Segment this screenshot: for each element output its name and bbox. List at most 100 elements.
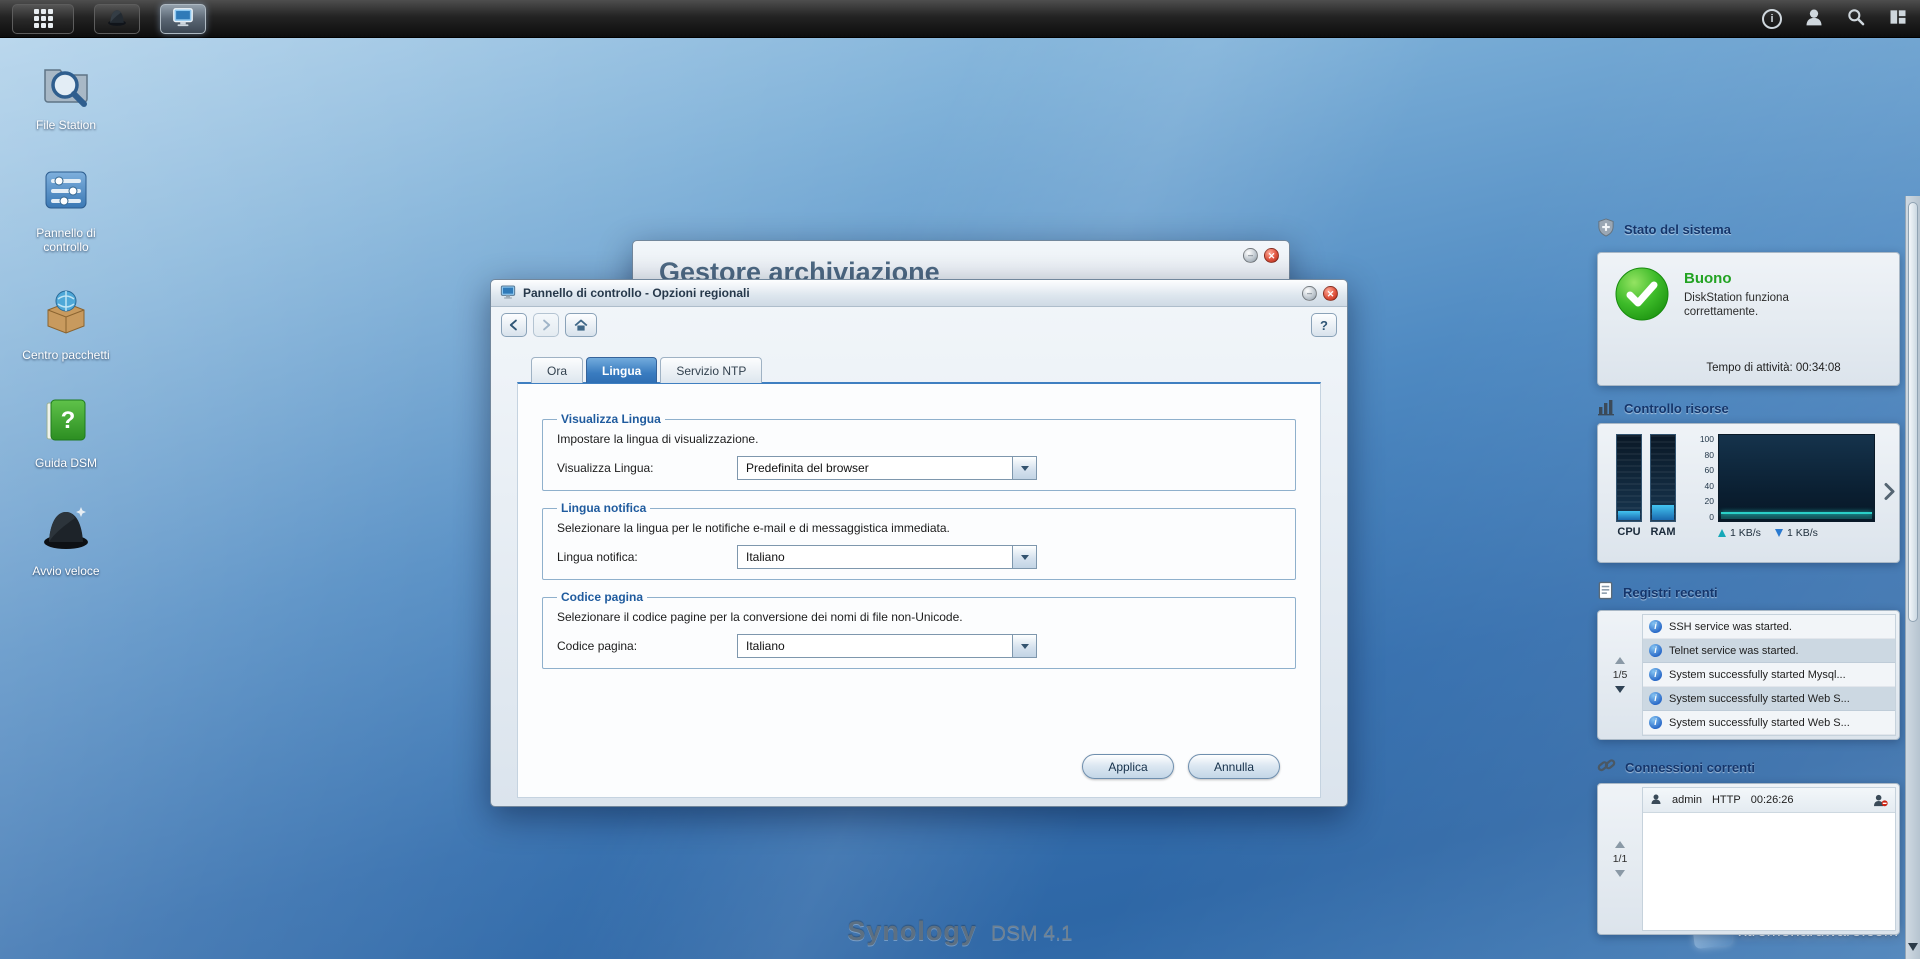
taskbar-desktop-button[interactable] [160,4,206,34]
section-description: Selezionare il codice pagine per la conv… [557,610,1281,624]
desktop-icon-label: Centro pacchetti [22,348,109,362]
uptime-text: Tempo di attività: 00:34:08 [1598,362,1899,374]
field-row: Lingua notifica: Italiano [557,545,1281,569]
codepage-select[interactable]: Italiano [737,634,1037,658]
notification-language-select[interactable]: Italiano [737,545,1037,569]
dsm-watermark: Synology DSM 4.1 [847,916,1072,947]
scale-tick: 80 [1686,450,1714,460]
desktop-icon-package-center[interactable]: Centro pacchetti [14,286,118,362]
section-legend: Visualizza Lingua [557,412,665,426]
widget-next-page-button[interactable] [1882,483,1897,504]
tab-lingua[interactable]: Lingua [586,357,657,383]
log-message: System successfully started Mysql... [1669,669,1846,681]
link-icon [1597,756,1616,778]
log-row[interactable]: System successfully started Web S... [1643,711,1895,735]
system-status-widget: Buono DiskStation funziona correttamente… [1597,252,1900,386]
connection-row[interactable]: admin HTTP 00:26:26 [1643,788,1895,813]
cpu-meter: CPU [1616,434,1642,539]
chevron-down-icon[interactable] [1012,635,1036,657]
forward-button[interactable] [533,313,559,337]
widget-title: Controllo risorse [1624,401,1729,416]
titlebar[interactable]: Pannello di controllo - Opzioni regional… [491,280,1347,307]
main-menu-button[interactable] [12,4,74,34]
section-codice-pagina: Codice pagina Selezionare il codice pagi… [542,590,1296,669]
close-button[interactable] [1323,286,1338,301]
dialog-buttons: Applica Annulla [1082,754,1280,779]
cancel-button[interactable]: Annulla [1188,754,1280,779]
section-legend: Lingua notifica [557,501,650,515]
cpu-gauge [1616,434,1642,522]
info-icon [1649,692,1662,705]
apply-button[interactable]: Applica [1082,754,1174,779]
page-up-icon[interactable] [1615,657,1625,664]
desktop-icon-column: File Station Pannello di controllo Centr… [14,56,118,578]
cpu-gauge-fill [1618,511,1640,520]
widget-sidebar: Stato del sistema Buono DiskStation funz… [1597,208,1900,935]
desktop-icon-dsm-help[interactable]: ? Guida DSM [14,394,118,470]
window-icon [500,284,516,303]
ram-gauge-fill [1652,505,1674,520]
user-menu-button[interactable] [1804,7,1824,30]
page-down-icon[interactable] [1615,870,1625,877]
window-controls [1302,286,1338,301]
pilot-view-button[interactable] [1888,7,1908,30]
section-visualizza-lingua: Visualizza Lingua Impostare la lingua di… [542,412,1296,491]
download-rate: 1 KB/s [1775,527,1818,539]
page-up-icon[interactable] [1615,841,1625,848]
section-description: Impostare la lingua di visualizzazione. [557,432,1281,446]
taskbar-quickstart-button[interactable] [94,4,140,34]
minimize-button[interactable] [1243,248,1258,263]
sidebar-scrollbar[interactable] [1905,196,1920,959]
connection-protocol: HTTP [1712,794,1741,806]
minimize-button[interactable] [1302,286,1317,301]
log-row[interactable]: System successfully started Web S... [1643,687,1895,711]
scrollbar-thumb[interactable] [1908,202,1918,622]
status-row: Buono DiskStation funziona correttamente… [1598,253,1899,327]
log-row[interactable]: Telnet service was started. [1643,639,1895,663]
kick-connection-button[interactable] [1873,794,1888,807]
scroll-down-button[interactable] [1906,938,1920,956]
search-icon [1846,7,1866,30]
taskbar-left [12,4,206,34]
select-value: Italiano [738,550,1012,564]
select-value: Italiano [738,639,1012,653]
desktop-icon-label: Pannello di controllo [14,226,118,254]
close-button[interactable] [1264,248,1279,263]
taskbar [0,0,1920,38]
help-book-icon: ? [40,394,92,451]
log-list: SSH service was started. Telnet service … [1642,614,1896,736]
back-button[interactable] [501,313,527,337]
widget-title: Registri recenti [1623,585,1718,600]
window-help-button[interactable] [1311,313,1337,337]
magic-hat-icon [40,502,92,559]
ram-label: RAM [1650,526,1675,538]
widget-title: Connessioni correnti [1625,760,1755,775]
file-station-icon [40,56,92,113]
home-button[interactable] [565,313,597,337]
desktop-icon-quick-start[interactable]: Avvio veloce [14,502,118,578]
connections-empty-area [1643,813,1895,930]
user-icon [1650,793,1662,808]
tab-ora[interactable]: Ora [531,357,583,383]
info-icon [1649,644,1662,657]
chevron-down-icon[interactable] [1012,457,1036,479]
desktop-icon-file-station[interactable]: File Station [14,56,118,132]
taskbar-right [1762,7,1908,30]
upload-value: 1 KB/s [1730,527,1761,539]
page-indicator: 1/1 [1613,853,1628,865]
display-language-select[interactable]: Predefinita del browser [737,456,1037,480]
tab-panel-lingua: Visualizza Lingua Impostare la lingua di… [517,382,1321,798]
tab-servizio-ntp[interactable]: Servizio NTP [660,357,762,383]
page-down-icon[interactable] [1615,686,1625,693]
connections-header: Connessioni correnti [1597,756,1900,778]
desktop-icon-control-panel[interactable]: Pannello di controllo [14,164,118,254]
recent-logs-header: Registri recenti [1597,581,1900,603]
log-row[interactable]: SSH service was started. [1643,615,1895,639]
chevron-down-icon[interactable] [1012,546,1036,568]
search-button[interactable] [1846,7,1866,30]
shield-icon [1597,218,1615,240]
section-description: Selezionare la lingua per le notifiche e… [557,521,1281,535]
notifications-button[interactable] [1762,9,1782,29]
connection-user: admin [1672,794,1702,806]
log-row[interactable]: System successfully started Mysql... [1643,663,1895,687]
